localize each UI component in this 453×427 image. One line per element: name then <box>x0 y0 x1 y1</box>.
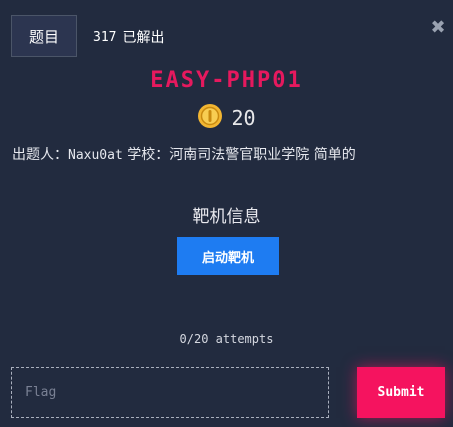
points-value: 20 <box>231 106 256 130</box>
difficulty-label: 简单的 <box>313 147 356 163</box>
submit-button[interactable]: Submit <box>357 367 445 418</box>
attempts-counter: 0/20 attempts <box>179 332 274 346</box>
start-target-button[interactable]: 启动靶机 <box>177 237 279 275</box>
close-icon[interactable]: ✖ <box>430 19 446 37</box>
flag-input[interactable] <box>11 367 329 418</box>
author-label: 出题人： <box>12 147 68 163</box>
solves-number: 317 <box>93 29 117 45</box>
tab-challenge[interactable]: 题目 <box>11 15 77 57</box>
challenge-points: 20 <box>0 103 453 133</box>
school-name: 河南司法警官职业学院 <box>169 147 310 163</box>
solves-label: 已解出 <box>122 30 165 46</box>
author-name: Naxu0at <box>68 148 123 163</box>
challenge-meta: 出题人：Naxu0at 学校：河南司法警官职业学院 简单的 <box>12 144 356 164</box>
target-info-heading: 靶机信息 <box>192 207 261 227</box>
challenge-title: EASY-PHP01 <box>150 68 303 93</box>
school-label: 学校： <box>127 147 170 163</box>
solves-count: 317 已解出 <box>93 27 164 47</box>
coin-icon <box>197 103 223 133</box>
